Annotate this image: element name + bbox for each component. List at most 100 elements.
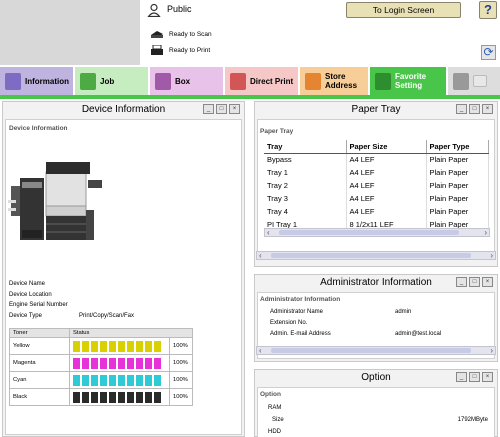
- toner-level-segment: [82, 340, 89, 352]
- paper-tray-inner-scrollbar[interactable]: ‹ ›: [264, 228, 490, 237]
- tab-job[interactable]: Job: [75, 67, 148, 95]
- table-row: Yellow 100%: [9, 337, 193, 355]
- toner-level-segment: [154, 391, 161, 403]
- toner-level-segment: [100, 357, 107, 369]
- table-row: Magenta 100%: [9, 354, 193, 372]
- maximize-button[interactable]: □: [469, 104, 480, 114]
- toner-level-segment: [91, 374, 98, 386]
- toner-column-header: Toner: [9, 328, 70, 338]
- table-row: Tray 3 A4 LEF Plain Paper: [264, 192, 489, 205]
- paper-tray-table-wrap[interactable]: Tray Paper Size Paper Type Bypass A4 LEF P…: [264, 140, 489, 228]
- administrator-fields: Administrator Name admin Extension No. Ad…: [270, 307, 441, 340]
- tab-label: Direct Print: [250, 76, 294, 86]
- administrator-scrollbar[interactable]: ‹ ›: [256, 346, 496, 355]
- maximize-button[interactable]: □: [216, 104, 227, 114]
- toner-level-segment: [73, 357, 80, 369]
- maximize-button[interactable]: □: [469, 277, 480, 287]
- minimize-button[interactable]: _: [456, 277, 467, 287]
- tab-box[interactable]: Box: [150, 67, 223, 95]
- size-cell: 8 1/2x11 LEF: [346, 218, 427, 228]
- type-cell: Plain Paper: [426, 205, 489, 218]
- scroll-right-icon[interactable]: ›: [490, 346, 493, 355]
- minimize-button[interactable]: _: [456, 372, 467, 382]
- header-blank-area: [0, 0, 140, 65]
- toner-level-segment: [154, 357, 161, 369]
- column-header: Paper Size: [346, 140, 427, 154]
- type-cell: Plain Paper: [426, 179, 489, 192]
- field-value: admin@test.local: [395, 331, 442, 337]
- field-value: admin: [395, 309, 412, 315]
- tab-label: Information: [25, 76, 69, 86]
- scroll-right-icon[interactable]: ›: [484, 228, 487, 237]
- hdd-label: HDD: [268, 429, 281, 435]
- tab-label: Box: [175, 76, 191, 86]
- store-address-icon: [305, 72, 321, 90]
- field-value: Print/Copy/Scan/Fax: [79, 312, 135, 319]
- type-cell: Plain Paper: [426, 192, 489, 205]
- option-heading: Option: [260, 391, 281, 398]
- table-row: Cyan 100%: [9, 371, 193, 389]
- toner-level: 100%: [169, 388, 193, 406]
- active-tab-strip: [0, 95, 500, 99]
- scrollbar-thumb[interactable]: [279, 230, 459, 235]
- close-button[interactable]: ×: [229, 104, 240, 114]
- device-field-row: Device Name: [9, 279, 134, 290]
- login-screen-button[interactable]: To Login Screen: [346, 2, 461, 18]
- toner-level-segment: [118, 391, 125, 403]
- toner-level: 100%: [169, 354, 193, 372]
- toner-name: Cyan: [9, 371, 70, 389]
- table-row: Tray 2 A4 LEF Plain Paper: [264, 179, 489, 192]
- toner-table: Toner Status Yellow 100% Magenta 100% Cy…: [9, 328, 193, 406]
- tab-information[interactable]: Information: [0, 67, 73, 95]
- type-cell: Plain Paper: [426, 166, 489, 179]
- table-row: Black 100%: [9, 388, 193, 406]
- help-button[interactable]: ?: [479, 1, 497, 19]
- scroll-left-icon[interactable]: ‹: [259, 251, 262, 260]
- toner-level-segment: [100, 374, 107, 386]
- close-button[interactable]: ×: [482, 104, 493, 114]
- tab-label: Favorite Setting: [395, 72, 427, 90]
- tab-favorite-setting[interactable]: Favorite Setting: [370, 67, 446, 95]
- toner-level-segment: [118, 340, 125, 352]
- scroll-right-icon[interactable]: ›: [490, 251, 493, 260]
- window-controls: _ □ ×: [456, 104, 493, 114]
- main-tabs: Information Job Box Direct Print Store A…: [0, 67, 500, 95]
- information-icon: [5, 72, 21, 90]
- tab-maintenance[interactable]: [448, 67, 500, 95]
- close-button[interactable]: ×: [482, 372, 493, 382]
- toner-level-segment: [109, 340, 116, 352]
- toner-name: Magenta: [9, 354, 70, 372]
- device-image: [8, 162, 102, 240]
- scan-status-text: Ready to Scan: [169, 31, 212, 38]
- refresh-button[interactable]: ⟳: [481, 45, 496, 60]
- field-label: Extension No.: [270, 320, 308, 326]
- toner-level-bar: [73, 340, 169, 352]
- toner-level-segment: [154, 374, 161, 386]
- scrollbar-thumb[interactable]: [271, 253, 471, 258]
- size-cell: A4 LEF: [346, 153, 427, 166]
- toner-level-segment: [127, 391, 134, 403]
- toner-level-segment: [136, 391, 143, 403]
- tab-store-address[interactable]: Store Address: [300, 67, 368, 95]
- scroll-left-icon[interactable]: ‹: [259, 346, 262, 355]
- toner-level-segment: [91, 391, 98, 403]
- maximize-button[interactable]: □: [469, 372, 480, 382]
- maintenance-icon: [453, 72, 469, 90]
- scroll-left-icon[interactable]: ‹: [267, 228, 270, 237]
- close-button[interactable]: ×: [482, 277, 493, 287]
- device-information-heading: Device Information: [9, 125, 68, 132]
- option-fields: RAM Size 1792MByte HDD: [268, 402, 488, 437]
- tray-cell: Bypass: [264, 153, 347, 166]
- minimize-button[interactable]: _: [456, 104, 467, 114]
- scrollbar-thumb[interactable]: [271, 348, 471, 353]
- admin-field-row: Administrator Name admin: [270, 307, 441, 318]
- toner-level-segment: [154, 340, 161, 352]
- toner-level-segment: [145, 391, 152, 403]
- paper-tray-scrollbar[interactable]: ‹ ›: [256, 251, 496, 260]
- column-header: Paper Type: [426, 140, 489, 154]
- tray-cell: PI Tray 1: [264, 218, 347, 228]
- tab-direct-print[interactable]: Direct Print: [225, 67, 298, 95]
- tray-cell: Tray 1: [264, 166, 347, 179]
- minimize-button[interactable]: _: [203, 104, 214, 114]
- toner-level-segment: [109, 391, 116, 403]
